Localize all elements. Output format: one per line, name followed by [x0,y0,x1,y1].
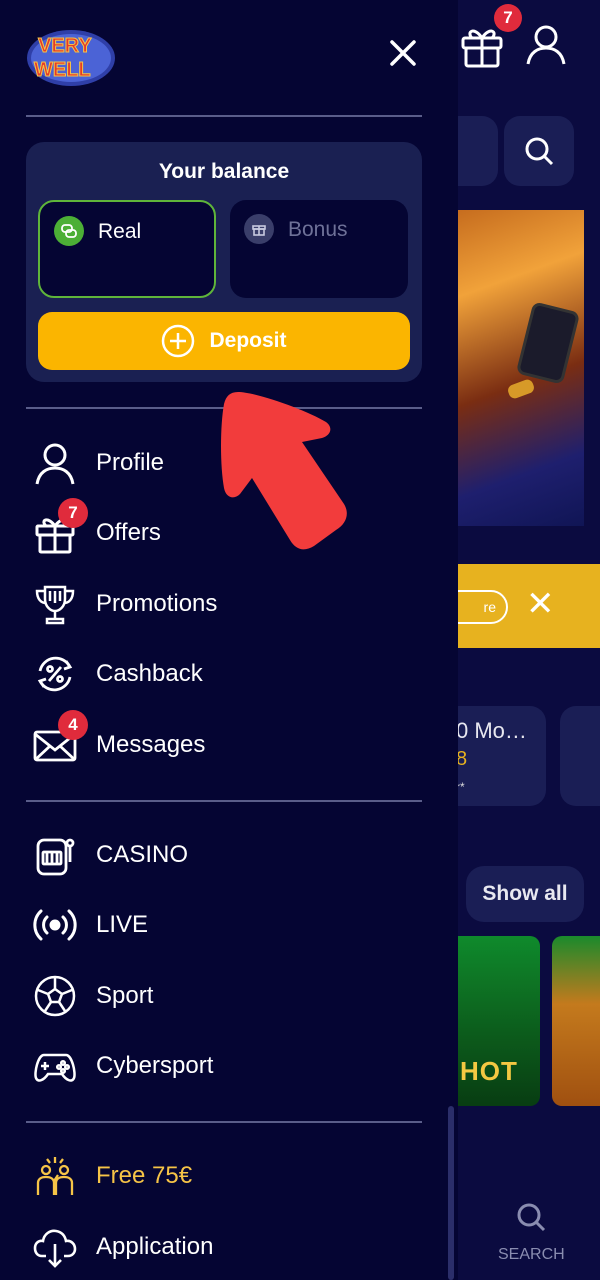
close-icon[interactable] [388,38,418,68]
celebration-icon [36,1157,74,1195]
bonus-balance-tab[interactable]: Bonus [230,200,408,298]
deposit-label: Deposit [209,329,287,352]
offers-badge: 7 [58,498,88,528]
cloud-download-icon [33,1229,77,1268]
bottom-nav-search-label: SEARCH [498,1246,565,1263]
red-arrow-annotation [221,392,347,550]
gift-icon [244,214,274,244]
balance-card: Your balance Real Bonus Deposit [26,142,422,382]
menu-item-label: LIVE [96,911,149,938]
game-card-title: 0 Mo… [456,718,527,743]
menu-item-promotions[interactable]: Promotions [32,576,412,632]
show-all-button[interactable]: Show all [466,866,584,922]
menu-item-label: CASINO [96,841,189,868]
menu-item-cybersport[interactable]: Cybersport [32,1038,412,1094]
game-tile[interactable] [552,936,600,1106]
menu-item-label: Promotions [96,590,218,617]
deposit-button[interactable]: Deposit [38,312,410,370]
game-card[interactable] [560,706,600,806]
hero-banner[interactable] [446,210,584,526]
logo[interactable]: VERY WELL [24,24,118,90]
menu-item-label: Cybersport [96,1052,214,1079]
real-balance-tab[interactable]: Real [38,200,216,298]
menu-item-sport[interactable]: Sport [32,968,412,1024]
scrollbar-thumb[interactable] [448,1106,454,1280]
menu-item-live[interactable]: LIVE [32,897,412,953]
trophy-icon [35,585,75,625]
phone-illustration [515,301,581,385]
messages-badge: 4 [58,710,88,740]
menu-item-label: Cashback [96,660,203,687]
bonus-balance-label: Bonus [288,218,348,241]
coins-icon [54,216,84,246]
balance-title: Your balance [158,160,290,183]
menu-item-label: Messages [96,731,206,758]
promo-bar: re ✕ [442,564,600,648]
menu-item-label: Sport [96,982,154,1009]
menu-item-label: Application [96,1233,214,1260]
plus-circle-icon [162,324,195,358]
divider [26,1121,422,1123]
menu-item-free-bonus[interactable]: Free 75€ [32,1148,412,1204]
search-button[interactable] [504,116,574,186]
user-icon[interactable] [524,22,568,66]
user-icon [35,443,75,485]
real-balance-label: Real [98,220,142,243]
game-tile[interactable]: HOT [446,936,540,1106]
cashback-icon [37,656,73,692]
menu-item-casino[interactable]: CASINO [32,827,412,883]
svg-text:WELL: WELL [34,59,91,81]
bottom-nav-search[interactable]: SEARCH [446,1180,600,1280]
menu-item-cashback[interactable]: Cashback [32,646,412,702]
search-icon [517,1203,546,1232]
menu-item-messages[interactable]: 4 Messages [32,710,412,773]
broadcast-icon [33,909,77,941]
slot-machine-icon [36,838,75,876]
bracelet-illustration [506,377,536,401]
drawer-scrollbar[interactable] [446,0,458,1280]
game-tile-title: HOT [460,1056,518,1086]
divider [26,115,422,117]
svg-text:VERY: VERY [38,35,92,57]
menu-item-application[interactable]: Application [32,1219,412,1275]
menu-item-label: Free 75€ [96,1162,193,1189]
notification-badge: 7 [494,4,522,32]
menu-item-label: Profile [96,449,165,476]
soccer-ball-icon [34,975,76,1017]
menu-item-label: Offers [96,519,161,546]
divider [26,800,422,802]
search-icon [525,137,554,166]
gamepad-icon [34,1053,76,1082]
side-drawer: VERY WELL Your balance Real Bonus Deposi… [0,0,446,1280]
close-icon[interactable]: ✕ [526,584,555,624]
